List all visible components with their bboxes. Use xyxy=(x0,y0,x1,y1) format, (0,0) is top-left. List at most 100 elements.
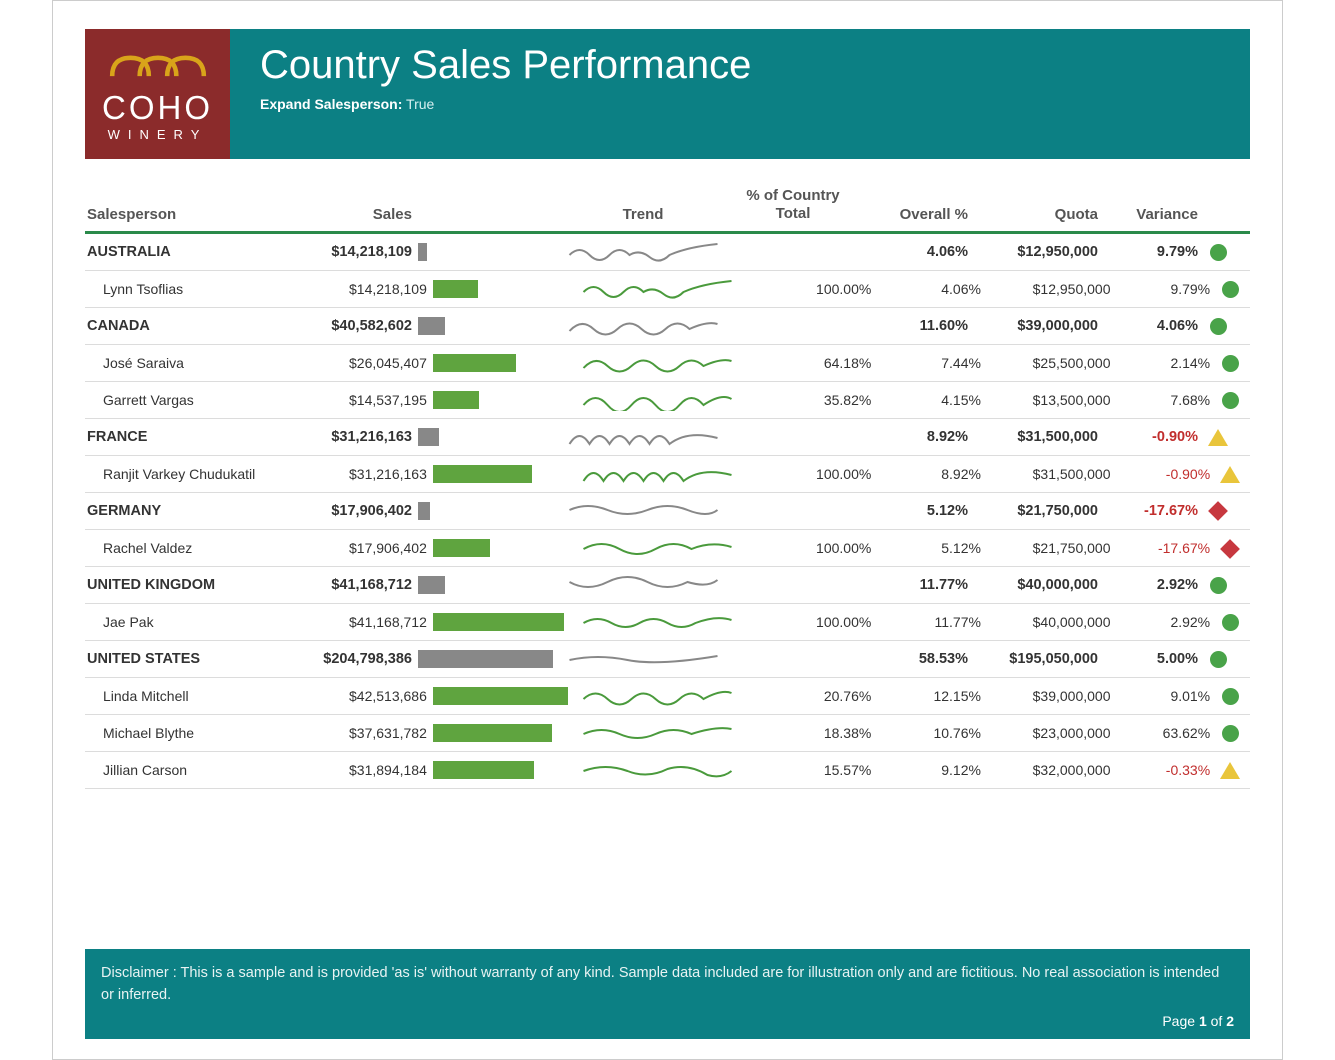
country-row[interactable]: UNITED KINGDOM$41,168,71211.77%$40,000,0… xyxy=(85,567,1250,604)
row-name: CANADA xyxy=(85,318,297,334)
status-green-icon xyxy=(1222,281,1239,298)
country-row[interactable]: AUSTRALIA$14,218,1094.06%$12,950,0009.79… xyxy=(85,234,1250,271)
row-variance: 5.00% xyxy=(1098,651,1198,667)
row-bar xyxy=(427,761,573,779)
filter-summary: Expand Salesperson: True xyxy=(260,96,751,112)
row-bar xyxy=(412,576,558,594)
country-row[interactable]: FRANCE$31,216,1638.92%$31,500,000-0.90% xyxy=(85,419,1250,456)
row-bar xyxy=(427,280,573,298)
row-bar xyxy=(412,650,558,668)
col-header-variance[interactable]: Variance xyxy=(1098,206,1198,223)
status-green-icon xyxy=(1210,318,1227,335)
row-sales: $37,631,782 xyxy=(312,725,427,741)
row-trend xyxy=(572,537,741,559)
page-of: of xyxy=(1211,1013,1223,1029)
table-header-row: Salesperson Sales Trend % of Country Tot… xyxy=(85,179,1250,234)
row-name: GERMANY xyxy=(85,503,297,519)
salesperson-row: Ranjit Varkey Chudukatil$31,216,163100.0… xyxy=(85,456,1250,493)
header-text: Country Sales Performance Expand Salespe… xyxy=(260,29,751,112)
brand-mark-icon xyxy=(103,47,213,87)
page-title: Country Sales Performance xyxy=(260,43,751,88)
row-overall-pct: 4.06% xyxy=(858,244,968,260)
row-bar xyxy=(412,428,558,446)
row-sales: $41,168,712 xyxy=(312,614,427,630)
sparkline-icon xyxy=(566,648,721,670)
country-row[interactable]: GERMANY$17,906,4025.12%$21,750,000-17.67… xyxy=(85,493,1250,530)
row-overall-pct: 58.53% xyxy=(858,651,968,667)
row-overall-pct: 8.92% xyxy=(871,466,981,482)
row-quota: $13,500,000 xyxy=(981,392,1111,408)
row-quota: $40,000,000 xyxy=(981,614,1111,630)
row-overall-pct: 11.77% xyxy=(858,577,968,593)
row-quota: $40,000,000 xyxy=(968,577,1098,593)
page-current: 1 xyxy=(1199,1013,1207,1029)
row-variance: -0.33% xyxy=(1110,762,1210,778)
brand-name: COHO xyxy=(102,89,213,127)
row-trend xyxy=(558,648,728,670)
row-overall-pct: 7.44% xyxy=(871,355,981,371)
row-overall-pct: 9.12% xyxy=(871,762,981,778)
row-variance: -0.90% xyxy=(1098,429,1198,445)
row-sales: $41,168,712 xyxy=(297,577,412,593)
row-sales: $31,216,163 xyxy=(297,429,412,445)
status-green-icon xyxy=(1222,688,1239,705)
row-pct-country: 100.00% xyxy=(742,281,872,297)
row-variance: 7.68% xyxy=(1110,392,1210,408)
row-bar xyxy=(427,465,573,483)
row-quota: $25,500,000 xyxy=(981,355,1111,371)
row-variance: 9.79% xyxy=(1098,244,1198,260)
row-trend xyxy=(572,352,741,374)
row-status-indicator xyxy=(1210,761,1250,779)
row-quota: $21,750,000 xyxy=(968,503,1098,519)
row-trend xyxy=(572,611,741,633)
sparkline-icon xyxy=(580,537,735,559)
row-status-indicator xyxy=(1198,318,1238,335)
report-footer: Disclaimer : This is a sample and is pro… xyxy=(85,949,1250,1039)
row-quota: $12,950,000 xyxy=(968,244,1098,260)
row-quota: $39,000,000 xyxy=(968,318,1098,334)
col-header-pct-country[interactable]: % of Country Total xyxy=(728,187,858,223)
row-bar xyxy=(427,613,573,631)
row-overall-pct: 10.76% xyxy=(871,725,981,741)
col-header-overall[interactable]: Overall % xyxy=(858,206,968,223)
sparkline-icon xyxy=(566,500,721,522)
row-quota: $23,000,000 xyxy=(981,725,1111,741)
col-header-sales[interactable]: Sales xyxy=(297,206,412,223)
salesperson-row: Jae Pak$41,168,712100.00%11.77%$40,000,0… xyxy=(85,604,1250,641)
row-variance: 2.92% xyxy=(1110,614,1210,630)
row-quota: $21,750,000 xyxy=(981,540,1111,556)
country-row[interactable]: UNITED STATES$204,798,38658.53%$195,050,… xyxy=(85,641,1250,678)
row-overall-pct: 8.92% xyxy=(858,429,968,445)
row-name: AUSTRALIA xyxy=(85,244,297,260)
row-name: Rachel Valdez xyxy=(85,540,312,556)
row-trend xyxy=(572,759,741,781)
col-header-trend[interactable]: Trend xyxy=(558,206,728,223)
row-pct-country: 64.18% xyxy=(742,355,872,371)
row-name: José Saraiva xyxy=(85,355,312,371)
row-trend xyxy=(558,426,728,448)
status-yellow-icon xyxy=(1208,429,1228,446)
row-overall-pct: 4.15% xyxy=(871,392,981,408)
report-page: COHO WINERY Country Sales Performance Ex… xyxy=(52,0,1283,1060)
row-variance: -17.67% xyxy=(1098,503,1198,519)
row-overall-pct: 5.12% xyxy=(858,503,968,519)
row-variance: 2.14% xyxy=(1110,355,1210,371)
row-trend xyxy=(572,685,741,707)
row-name: UNITED STATES xyxy=(85,651,297,667)
row-sales: $14,218,109 xyxy=(312,281,427,297)
country-row[interactable]: CANADA$40,582,60211.60%$39,000,0004.06% xyxy=(85,308,1250,345)
table-body: AUSTRALIA $14,218,109 4.06%$12,950,0009.79… xyxy=(85,234,1250,789)
salesperson-row: Lynn Tsoflias$14,218,109100.00%4.06%$12,… xyxy=(85,271,1250,308)
row-bar xyxy=(412,243,558,261)
row-sales: $31,894,184 xyxy=(312,762,427,778)
row-sales: $17,906,402 xyxy=(312,540,427,556)
status-red-icon xyxy=(1220,539,1240,559)
row-overall-pct: 11.77% xyxy=(871,614,981,630)
col-header-quota[interactable]: Quota xyxy=(968,206,1098,223)
row-pct-country: 100.00% xyxy=(742,614,872,630)
row-name: Michael Blythe xyxy=(85,725,312,741)
row-pct-country: 15.57% xyxy=(742,762,872,778)
salesperson-row: Linda Mitchell$42,513,68620.76%12.15%$39… xyxy=(85,678,1250,715)
col-header-salesperson[interactable]: Salesperson xyxy=(85,206,297,223)
row-status-indicator xyxy=(1198,651,1238,668)
